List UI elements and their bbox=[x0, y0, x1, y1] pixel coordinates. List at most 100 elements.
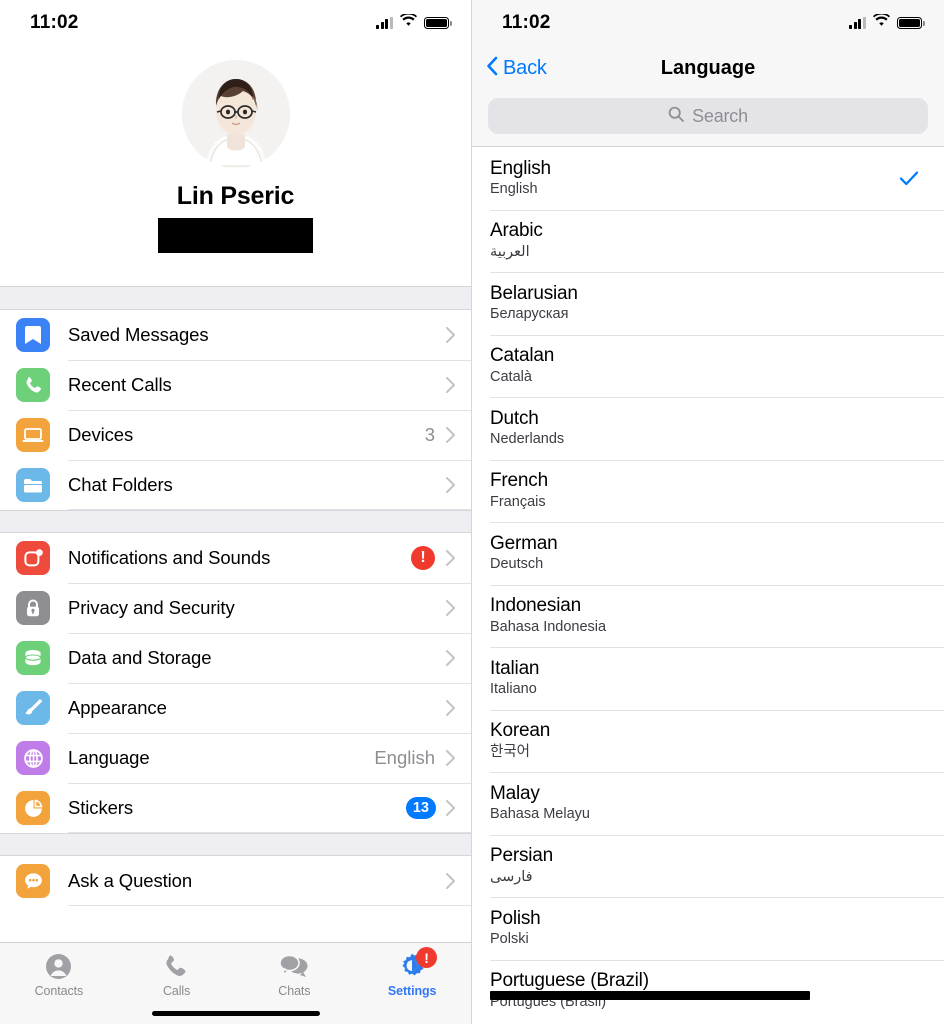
row-label: Ask a Question bbox=[68, 870, 193, 891]
language-texts: Dutch Nederlands bbox=[490, 408, 926, 449]
chevron-right-icon bbox=[446, 873, 455, 889]
settings-row-chat-folders[interactable]: Chat Folders bbox=[0, 460, 471, 510]
chevron-right-icon bbox=[446, 600, 455, 616]
language-row-french[interactable]: French Français bbox=[472, 459, 944, 523]
language-row-persian[interactable]: Persian فارسی bbox=[472, 834, 944, 898]
chevron-right-icon bbox=[446, 800, 455, 816]
chevron-right-icon bbox=[446, 377, 455, 393]
language-texts: Portuguese (Brazil) Português (Brasil) bbox=[490, 970, 926, 1011]
language-native-name: Português (Brasil) bbox=[490, 993, 607, 1010]
tab-contacts[interactable]: Contacts bbox=[0, 951, 118, 998]
status-indicators bbox=[849, 12, 925, 32]
tab-chats[interactable]: Chats bbox=[236, 951, 354, 998]
folder-icon bbox=[16, 468, 50, 502]
database-icon bbox=[16, 641, 50, 675]
row-label: Appearance bbox=[68, 697, 167, 718]
language-row-malay[interactable]: Malay Bahasa Melayu bbox=[472, 772, 944, 835]
back-button[interactable]: Back bbox=[472, 56, 547, 81]
battery-icon bbox=[897, 16, 925, 30]
chats-icon bbox=[279, 951, 309, 981]
language-native-name: Italiano bbox=[490, 681, 537, 698]
row-label: Devices bbox=[68, 424, 134, 445]
sticker-icon bbox=[16, 791, 50, 825]
language-native-name: Deutsch bbox=[490, 556, 544, 573]
cellular-signal-icon bbox=[849, 17, 866, 29]
bookmark-icon bbox=[16, 318, 50, 352]
language-name: Polish bbox=[490, 907, 541, 929]
language-row-english[interactable]: English English bbox=[472, 147, 944, 210]
language-row-indonesian[interactable]: Indonesian Bahasa Indonesia bbox=[472, 584, 944, 648]
tab-settings[interactable]: ! Settings bbox=[353, 947, 471, 998]
language-row-dutch[interactable]: Dutch Nederlands bbox=[472, 397, 944, 460]
language-name: Malay bbox=[490, 782, 540, 804]
settings-screen: 11:02 Lin Pseric Saved Messages Recent C… bbox=[0, 0, 472, 1024]
language-texts: Catalan Català bbox=[490, 345, 926, 386]
row-label: Privacy and Security bbox=[68, 597, 235, 618]
notification-icon bbox=[16, 541, 50, 575]
chevron-right-icon bbox=[446, 477, 455, 493]
settings-alert-badge: ! bbox=[416, 947, 438, 968]
chevron-left-icon bbox=[486, 56, 498, 81]
row-label: Data and Storage bbox=[68, 647, 212, 668]
contacts-icon bbox=[45, 951, 72, 981]
profile-name: Lin Pseric bbox=[176, 182, 295, 210]
settings-group-1: Saved Messages Recent Calls Devices 3 Ch… bbox=[0, 310, 471, 510]
language-row-german[interactable]: German Deutsch bbox=[472, 522, 944, 585]
language-native-name: فارسی bbox=[490, 868, 533, 885]
chevron-right-icon bbox=[446, 550, 455, 566]
language-row-belarusian[interactable]: Belarusian Беларуская bbox=[472, 272, 944, 335]
language-texts: Belarusian Беларуская bbox=[490, 283, 926, 324]
search-container: Search bbox=[472, 90, 944, 146]
settings-row-appearance[interactable]: Appearance bbox=[0, 683, 471, 733]
settings-group-3: Ask a Question bbox=[0, 856, 471, 906]
language-texts: French Français bbox=[490, 470, 926, 511]
settings-row-saved-messages[interactable]: Saved Messages bbox=[0, 310, 471, 360]
tab-calls[interactable]: Calls bbox=[118, 951, 236, 998]
language-row-arabic[interactable]: Arabic العربية bbox=[472, 209, 944, 273]
settings-row-privacy-and-security[interactable]: Privacy and Security bbox=[0, 583, 471, 633]
settings-gear-icon: ! bbox=[398, 947, 438, 981]
chevron-right-icon bbox=[446, 427, 455, 443]
language-row-korean[interactable]: Korean 한국어 bbox=[472, 709, 944, 773]
settings-row-devices[interactable]: Devices 3 bbox=[0, 410, 471, 460]
language-name: German bbox=[490, 532, 558, 554]
language-texts: Korean 한국어 bbox=[490, 720, 926, 761]
language-list: English English Arabic العربية Belarusia… bbox=[472, 146, 944, 1022]
tab-label: Contacts bbox=[34, 984, 84, 998]
status-bar-right: 11:02 bbox=[472, 0, 944, 46]
settings-row-language[interactable]: Language English bbox=[0, 733, 471, 783]
language-row-portuguese-brazil[interactable]: Portuguese (Brazil) Português (Brasil) bbox=[472, 959, 944, 1023]
language-native-name: Беларуская bbox=[490, 306, 569, 323]
language-row-catalan[interactable]: Catalan Català bbox=[472, 334, 944, 398]
language-name: Korean bbox=[490, 720, 551, 742]
settings-row-notifications-and-sounds[interactable]: Notifications and Sounds ! bbox=[0, 533, 471, 583]
status-badge-count: 13 bbox=[405, 797, 436, 819]
language-screen: 11:02 Back Language Search English Engli… bbox=[472, 0, 944, 1024]
language-native-name: Bahasa Indonesia bbox=[490, 618, 607, 635]
wifi-icon bbox=[400, 12, 417, 32]
status-time: 11:02 bbox=[30, 12, 79, 33]
row-value-language: English bbox=[374, 747, 435, 768]
redacted-phone-number bbox=[158, 218, 313, 253]
language-texts: Malay Bahasa Melayu bbox=[490, 783, 926, 824]
language-row-italian[interactable]: Italian Italiano bbox=[472, 647, 944, 710]
tab-label: Calls bbox=[162, 984, 191, 998]
wifi-icon bbox=[873, 12, 890, 32]
search-input[interactable]: Search bbox=[488, 98, 928, 134]
settings-group-2: Notifications and Sounds ! Privacy and S… bbox=[0, 533, 471, 833]
status-time: 11:02 bbox=[502, 12, 551, 33]
status-bar-left: 11:02 bbox=[0, 0, 471, 46]
calls-icon bbox=[164, 951, 189, 981]
language-native-name: 한국어 bbox=[490, 743, 531, 760]
settings-row-ask-a-question[interactable]: Ask a Question bbox=[0, 856, 471, 906]
language-name: Belarusian bbox=[490, 282, 578, 304]
settings-row-stickers[interactable]: Stickers 13 bbox=[0, 783, 471, 833]
language-row-polish[interactable]: Polish Polski bbox=[472, 897, 944, 960]
language-texts: Indonesian Bahasa Indonesia bbox=[490, 595, 926, 636]
chevron-right-icon bbox=[446, 700, 455, 716]
language-native-name: العربية bbox=[490, 243, 530, 260]
settings-row-data-and-storage[interactable]: Data and Storage bbox=[0, 633, 471, 683]
avatar[interactable] bbox=[181, 60, 290, 168]
settings-row-recent-calls[interactable]: Recent Calls bbox=[0, 360, 471, 410]
phone-icon bbox=[16, 368, 50, 402]
